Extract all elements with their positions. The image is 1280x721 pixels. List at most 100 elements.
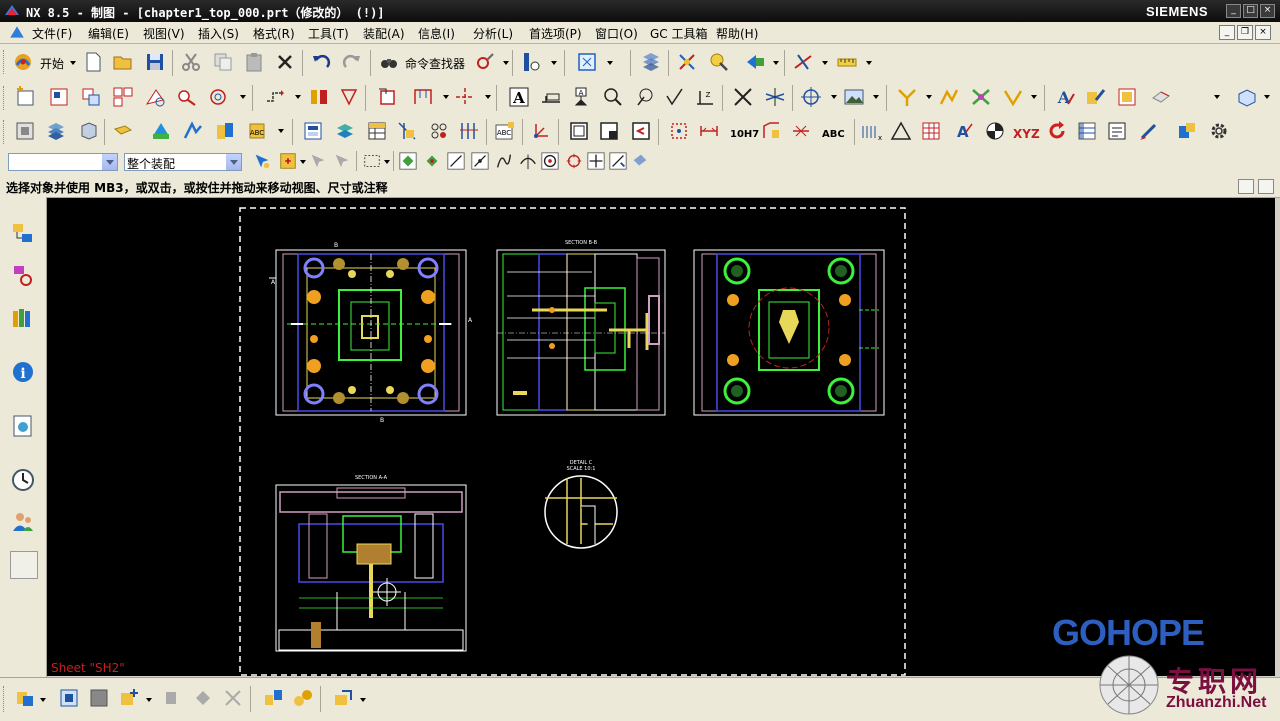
- section-dropdown[interactable]: [295, 95, 301, 99]
- settings-gear-icon[interactable]: [1208, 120, 1230, 142]
- wcs-icon[interactable]: [676, 51, 698, 73]
- save-icon[interactable]: [144, 51, 166, 73]
- cue-full-screen-button[interactable]: [1258, 179, 1274, 194]
- info-object-icon[interactable]: [520, 51, 542, 73]
- start-icon[interactable]: [12, 51, 34, 73]
- doc-minimize-button[interactable]: _: [1219, 25, 1235, 40]
- text-block-icon[interactable]: [1106, 120, 1128, 142]
- brush-icon[interactable]: [1138, 120, 1160, 142]
- menu-help[interactable]: 帮助(H): [716, 25, 758, 42]
- tabular-dropdown[interactable]: [1031, 95, 1037, 99]
- datum-feature-icon[interactable]: A: [570, 86, 592, 108]
- command-finder-button[interactable]: 命令查找器: [405, 55, 465, 72]
- menu-tools[interactable]: 工具(T): [308, 25, 349, 42]
- selection-scope-combo[interactable]: 整个装配: [124, 153, 242, 171]
- revolved-section-icon[interactable]: [338, 86, 360, 108]
- toolbar-grip[interactable]: [3, 686, 7, 712]
- palette-slot-button[interactable]: [10, 551, 38, 579]
- 3d-dropdown[interactable]: [1264, 95, 1270, 99]
- break-view-icon[interactable]: [176, 86, 198, 108]
- view-dropdown-arrow[interactable]: [607, 61, 613, 65]
- type-filter-combo[interactable]: [8, 153, 118, 171]
- shrinkage-icon[interactable]: [112, 120, 134, 142]
- label-arrow-icon[interactable]: A: [952, 120, 974, 142]
- toolbar-grip[interactable]: [3, 120, 7, 144]
- centerline-icon[interactable]: [454, 86, 476, 108]
- ordinate-dimension-icon[interactable]: [458, 120, 480, 142]
- edit-style-icon[interactable]: [1084, 86, 1106, 108]
- snap-intersect-icon[interactable]: [518, 151, 538, 171]
- bill-of-materials-icon[interactable]: [366, 120, 388, 142]
- menu-preferences[interactable]: 首选项(P): [529, 25, 582, 42]
- maximize-button[interactable]: □: [1243, 4, 1258, 18]
- detail-view-icon[interactable]: [144, 86, 166, 108]
- title-block-icon[interactable]: [598, 120, 620, 142]
- menu-assembly[interactable]: 装配(A): [363, 25, 405, 42]
- snap-mid-icon[interactable]: [470, 151, 490, 171]
- chamfer-dimension-icon[interactable]: [760, 120, 782, 142]
- wave-geometry-icon[interactable]: [292, 687, 314, 709]
- select-all-dropdown[interactable]: [300, 160, 306, 164]
- undo-icon[interactable]: [310, 51, 332, 73]
- refresh-icon[interactable]: [1046, 120, 1068, 142]
- attribute-table-icon[interactable]: [1076, 120, 1098, 142]
- 3d-tools-icon[interactable]: [1236, 86, 1258, 108]
- intersection-symbol-icon[interactable]: [764, 86, 786, 108]
- ejector-pin-icon[interactable]: [334, 120, 356, 142]
- mold-base-icon[interactable]: ABC: [248, 120, 270, 142]
- start-dropdown-arrow[interactable]: [70, 61, 76, 65]
- detail-c-view[interactable]: DETAIL C SCALE 10:1: [544, 460, 618, 549]
- move-component-icon[interactable]: [192, 687, 214, 709]
- snap-end-icon[interactable]: [446, 151, 466, 171]
- assembly-dropdown[interactable]: [40, 698, 46, 702]
- doc-close-button[interactable]: ×: [1255, 25, 1271, 40]
- move-object-icon[interactable]: [744, 51, 766, 73]
- start-button[interactable]: 开始: [40, 55, 64, 72]
- snap-point-icon[interactable]: [708, 51, 730, 73]
- new-component-icon[interactable]: [88, 687, 110, 709]
- layout-icon[interactable]: [182, 120, 204, 142]
- new-sheet-icon[interactable]: [14, 86, 36, 108]
- select-all-icon[interactable]: [278, 151, 298, 171]
- surface-finish-icon[interactable]: [664, 86, 686, 108]
- image-icon[interactable]: [843, 86, 865, 108]
- boundary-dropdown[interactable]: [443, 95, 449, 99]
- bottom-view[interactable]: [693, 249, 885, 416]
- paste-icon[interactable]: [243, 51, 265, 73]
- layers-stack-icon[interactable]: [45, 120, 67, 142]
- binoculars-icon[interactable]: [378, 51, 400, 73]
- menu-file[interactable]: 文件(F): [32, 25, 72, 42]
- target-dropdown[interactable]: [831, 95, 837, 99]
- graphics-window[interactable]: B B A A SECTION B-B SECTION A-A DETAIL C…: [47, 198, 1275, 676]
- measure-dropdown-arrow[interactable]: [866, 61, 872, 65]
- abc-list-icon[interactable]: ABC: [494, 120, 516, 142]
- move-dropdown-arrow[interactable]: [773, 61, 779, 65]
- feature-control-frame-icon[interactable]: [540, 86, 562, 108]
- update-views-icon[interactable]: [376, 86, 398, 108]
- snap-quadrant-icon[interactable]: [564, 151, 584, 171]
- history-clock-icon[interactable]: [10, 467, 36, 493]
- sequence-icon[interactable]: [332, 687, 354, 709]
- annotation-settings-icon[interactable]: [1116, 86, 1138, 108]
- cut-icon[interactable]: [180, 51, 202, 73]
- mold-base-dropdown[interactable]: [278, 129, 284, 133]
- triangle-icon[interactable]: [890, 120, 912, 142]
- snap-center-icon[interactable]: [540, 151, 560, 171]
- nx-app-icon[interactable]: [4, 3, 20, 19]
- drawing-template-icon[interactable]: [396, 120, 418, 142]
- rectangle-dropdown[interactable]: [384, 160, 390, 164]
- linear-dimension-icon[interactable]: [698, 120, 720, 142]
- deselect-icon[interactable]: [332, 151, 352, 171]
- menu-app-icon[interactable]: [8, 23, 26, 41]
- assembly-navigator-icon[interactable]: [10, 221, 36, 247]
- user-tools-icon[interactable]: [1176, 120, 1198, 142]
- constraint-navigator-icon[interactable]: [10, 263, 36, 289]
- menu-window[interactable]: 窗口(O): [595, 25, 638, 42]
- annotation-more-dropdown[interactable]: [1214, 95, 1220, 99]
- rectangle-select-icon[interactable]: [362, 151, 382, 171]
- assembly-tools-icon[interactable]: [14, 687, 36, 709]
- centerline-dropdown[interactable]: [485, 95, 491, 99]
- menu-gc-toolkit[interactable]: GC 工具箱: [650, 25, 708, 42]
- table-grid-icon[interactable]: [920, 120, 942, 142]
- snap-curve-icon[interactable]: [494, 151, 514, 171]
